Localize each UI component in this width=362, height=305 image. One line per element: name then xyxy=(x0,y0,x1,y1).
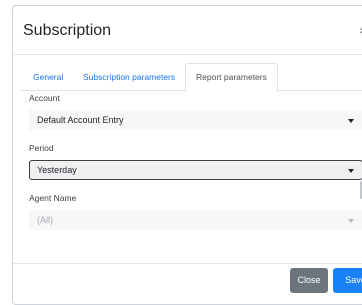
tab-bar: General Subscription parameters Report p… xyxy=(21,63,362,92)
caret-down-icon xyxy=(348,169,354,173)
account-label: Account xyxy=(29,93,60,103)
account-select-value: Default Account Entry xyxy=(37,115,124,125)
footer-divider xyxy=(13,263,362,264)
agent-name-select-value: (All) xyxy=(37,215,53,225)
tab-report-parameters[interactable]: Report parameters xyxy=(185,63,278,92)
dialog-header: Subscription × xyxy=(13,6,362,55)
agent-name-label: Agent Name xyxy=(29,193,77,203)
dialog-title: Subscription xyxy=(23,22,112,39)
tab-subscription-parameters[interactable]: Subscription parameters xyxy=(83,63,175,91)
account-select[interactable]: Default Account Entry xyxy=(29,110,362,130)
caret-down-icon xyxy=(348,119,354,123)
period-select-value: Yesterday xyxy=(37,165,77,175)
period-label: Period xyxy=(29,143,54,153)
period-select[interactable]: Yesterday xyxy=(29,160,362,180)
subscription-dialog: Subscription × General Subscription para… xyxy=(12,5,362,305)
close-button[interactable]: Close xyxy=(290,268,328,293)
caret-down-icon xyxy=(348,219,354,223)
save-button[interactable]: Save xyxy=(333,268,362,293)
tab-general[interactable]: General xyxy=(33,63,63,91)
agent-name-select: (All) xyxy=(29,210,362,230)
